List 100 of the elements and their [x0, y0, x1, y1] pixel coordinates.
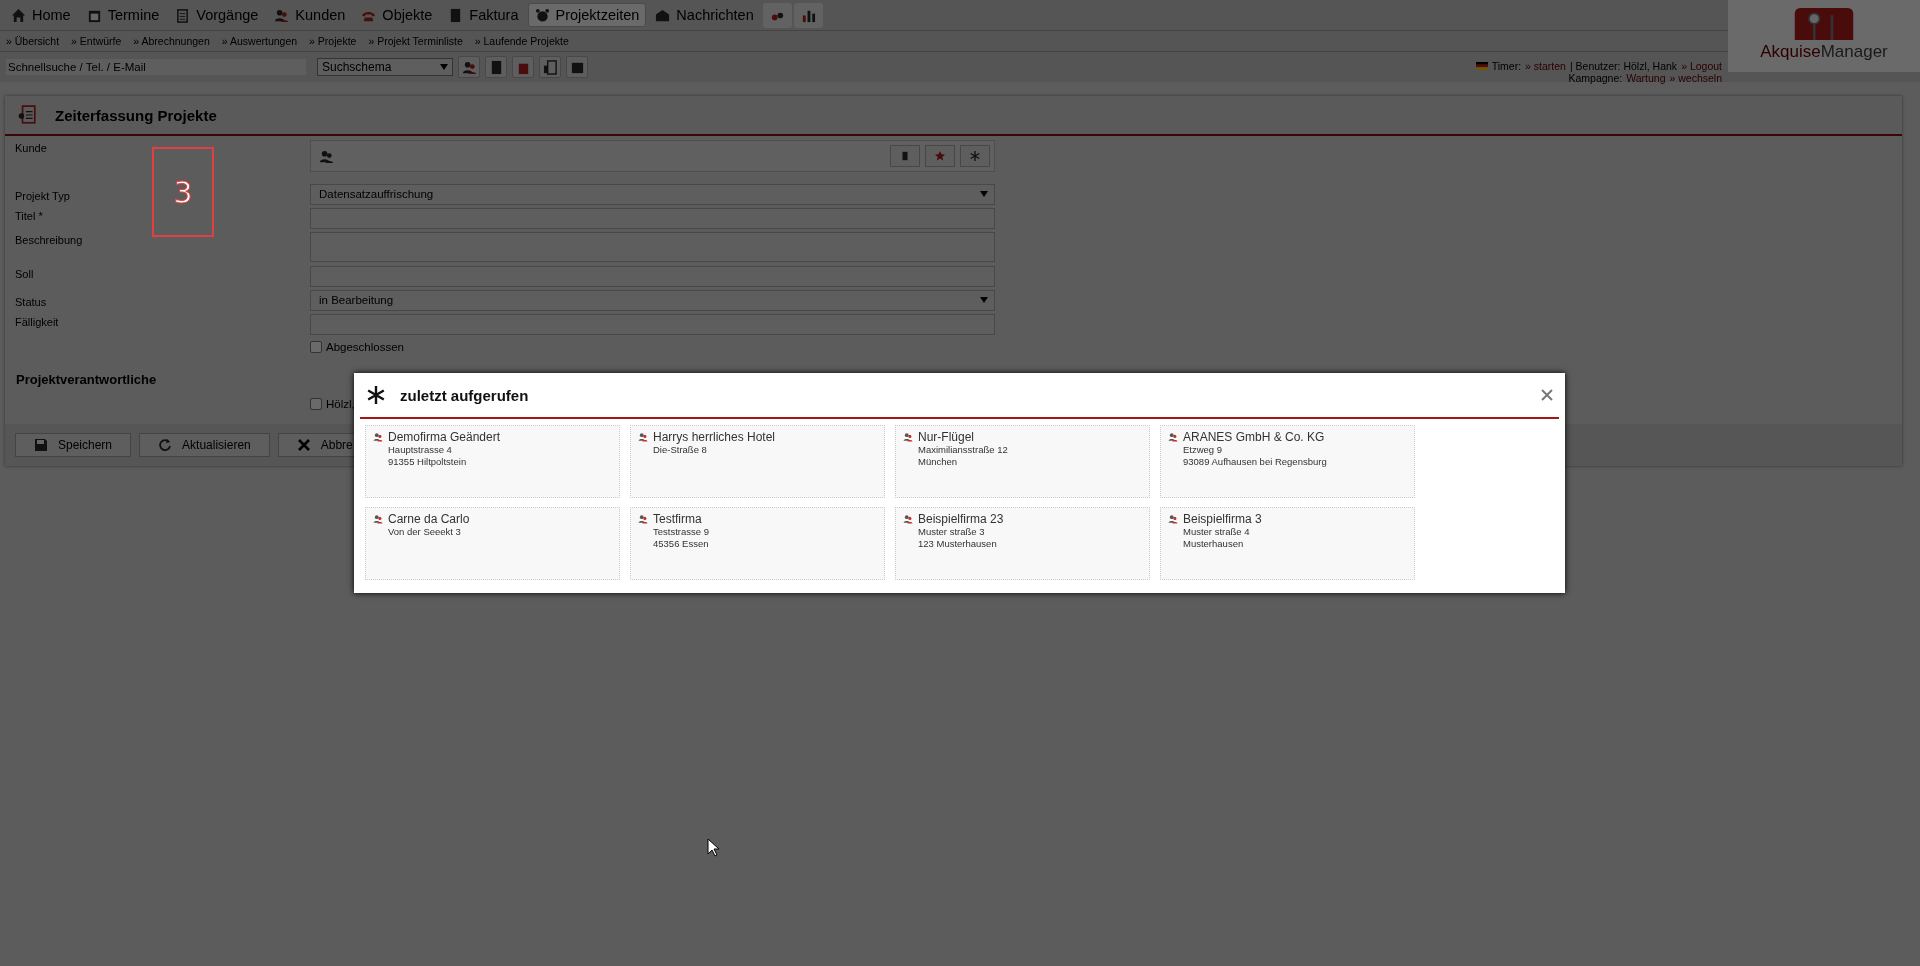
customer-name: Testfirma: [653, 512, 702, 526]
caret-icon: [980, 297, 988, 303]
document-icon: [542, 59, 558, 75]
campaign-link[interactable]: Wartung: [1626, 72, 1666, 84]
refresh-icon: [158, 438, 173, 452]
nav-tab[interactable]: Kunden: [267, 3, 353, 27]
nav-tab[interactable]: Nachrichten: [648, 3, 761, 27]
checkbox[interactable]: [310, 398, 322, 410]
address-line: 123 Musterhausen: [917, 538, 998, 550]
dropdown[interactable]: Datensatzauffrischung: [310, 183, 995, 205]
people-icon: [461, 59, 477, 75]
customer-name: Carne da Carlo: [388, 512, 470, 526]
customer-field[interactable]: [310, 140, 995, 172]
people-icon: [638, 514, 648, 524]
customer-card[interactable]: Beispielfirma 3 Muster straße 4 Musterhausen: [1160, 507, 1415, 580]
change-link[interactable]: » wechseln: [1669, 72, 1722, 84]
address-line: Muster straße 4: [1182, 526, 1251, 538]
subnav-link[interactable]: » Übersicht: [6, 35, 60, 47]
field-label: Status: [14, 295, 47, 308]
star-icon: [935, 151, 945, 161]
customer-card[interactable]: Beispielfirma 23 Muster straße 3 123 Musterhausen: [895, 507, 1150, 580]
address-line: Von der Seeekt 3: [387, 526, 462, 538]
people-icon: [903, 432, 913, 442]
cursor-icon: [707, 838, 719, 857]
flag-icon: [1475, 62, 1488, 70]
alarm-icon: [534, 7, 550, 23]
nav-tab[interactable]: Faktura: [441, 3, 526, 27]
people-icon: [319, 148, 334, 164]
people-icon: [1168, 514, 1178, 524]
dropdown[interactable]: in Bearbeitung: [310, 289, 995, 311]
address-line: 93089 Aufhausen bei Regensburg: [1182, 456, 1328, 468]
caret-icon: [980, 191, 988, 197]
toolbar-button[interactable]: [793, 2, 823, 28]
customer-card[interactable]: Testfirma Teststrasse 9 45356 Essen: [630, 507, 885, 580]
checkbox-label: Hölzl,: [326, 398, 355, 410]
cancel-icon: [296, 438, 311, 452]
people-icon: [638, 432, 648, 442]
toolbar-button[interactable]: [512, 56, 534, 78]
book-icon: [900, 151, 910, 161]
address-line: München: [917, 456, 959, 468]
address-line: 91355 Hiltpoltstein: [387, 456, 468, 468]
customer-card[interactable]: Carne da Carlo Von der Seeekt 3: [365, 507, 620, 580]
subnav-link[interactable]: » Laufende Projekte: [474, 35, 569, 47]
customer-name: Beispielfirma 3: [1183, 512, 1262, 526]
action-button[interactable]: Aktualisieren: [139, 433, 270, 457]
panel-title: Zeiterfassung Projekte: [55, 106, 217, 124]
section-heading: Projektverantwortliche: [16, 372, 157, 387]
toolbar-button[interactable]: [566, 56, 588, 78]
nav-tab[interactable]: Home: [4, 3, 78, 27]
people-icon: [373, 432, 383, 442]
timer-start-link[interactable]: » starten: [1525, 60, 1566, 72]
subnav-link[interactable]: » Projekte: [309, 35, 357, 47]
nav-tab[interactable]: Termine: [79, 3, 167, 27]
campaign-label: Kampagne:: [1568, 72, 1623, 84]
nav-tab[interactable]: Objekte: [354, 3, 440, 27]
address-line: Hauptstrasse 4: [387, 444, 453, 456]
customer-card[interactable]: ARANES GmbH & Co. KG Etzweg 9 93089 Aufhausen bei Regensburg: [1160, 425, 1415, 498]
checkbox[interactable]: [310, 341, 322, 353]
document-icon: [17, 105, 37, 125]
close-icon[interactable]: [1541, 389, 1553, 401]
address-line: Etzweg 9: [1182, 444, 1224, 456]
customer-name: Nur-Flügel: [918, 430, 974, 444]
address-line: Die-Straße 8: [652, 444, 708, 456]
caret-icon: [440, 64, 448, 70]
subnav-link[interactable]: » Abrechnungen: [133, 35, 210, 47]
search-schema-dropdown[interactable]: Suchschema: [317, 58, 453, 76]
favorite-button[interactable]: [925, 145, 955, 167]
recent-button[interactable]: [960, 145, 990, 167]
customer-card[interactable]: Nur-Flügel Maximiliansstraße 12 München: [895, 425, 1150, 498]
logo-text: Akquise: [1760, 42, 1821, 61]
nav-tab[interactable]: Projektzeiten: [527, 3, 647, 27]
customer-card[interactable]: Harrys herrliches Hotel Die-Straße 8: [630, 425, 885, 498]
toolbar-button[interactable]: [762, 2, 792, 28]
book-button[interactable]: [890, 145, 920, 167]
logout-link[interactable]: » Logout: [1681, 60, 1722, 72]
toolbar-button[interactable]: [485, 56, 507, 78]
action-button[interactable]: Speichern: [15, 433, 132, 457]
asterisk-icon: [366, 385, 386, 405]
customer-name: Beispielfirma 23: [918, 512, 1004, 526]
logo-icon: [1793, 6, 1855, 42]
address-line: Maximiliansstraße 12: [917, 444, 1009, 456]
customer-card[interactable]: Demofirma Geändert Hauptstrasse 4 91355 Hiltpoltstein: [365, 425, 620, 498]
address-line: Teststrasse 9: [652, 526, 710, 538]
people-icon: [903, 514, 913, 524]
field-label: Soll: [14, 267, 34, 282]
customer-name: ARANES GmbH & Co. KG: [1183, 430, 1325, 444]
nav-tab[interactable]: Vorgänge: [168, 3, 266, 27]
address-line: Muster straße 3: [917, 526, 986, 538]
toolbar-button[interactable]: [539, 56, 561, 78]
timer-label: Timer:: [1491, 60, 1522, 72]
address-line: 45356 Essen: [652, 538, 710, 550]
user-label: | Benutzer: Hölzl, Hank: [1569, 60, 1678, 72]
subnav-link[interactable]: » Auswertungen: [221, 35, 298, 47]
subnav-link[interactable]: » Entwürfe: [71, 35, 122, 47]
quick-search-field[interactable]: Schnellsuche / Tel. / E-Mail: [6, 59, 306, 75]
clipboard-icon: [175, 7, 191, 23]
subnav-link[interactable]: » Projekt Terminliste: [368, 35, 463, 47]
toolbar-button[interactable]: [458, 56, 480, 78]
field-label: Titel *: [14, 209, 43, 224]
field-label: Beschreibung: [14, 233, 83, 248]
